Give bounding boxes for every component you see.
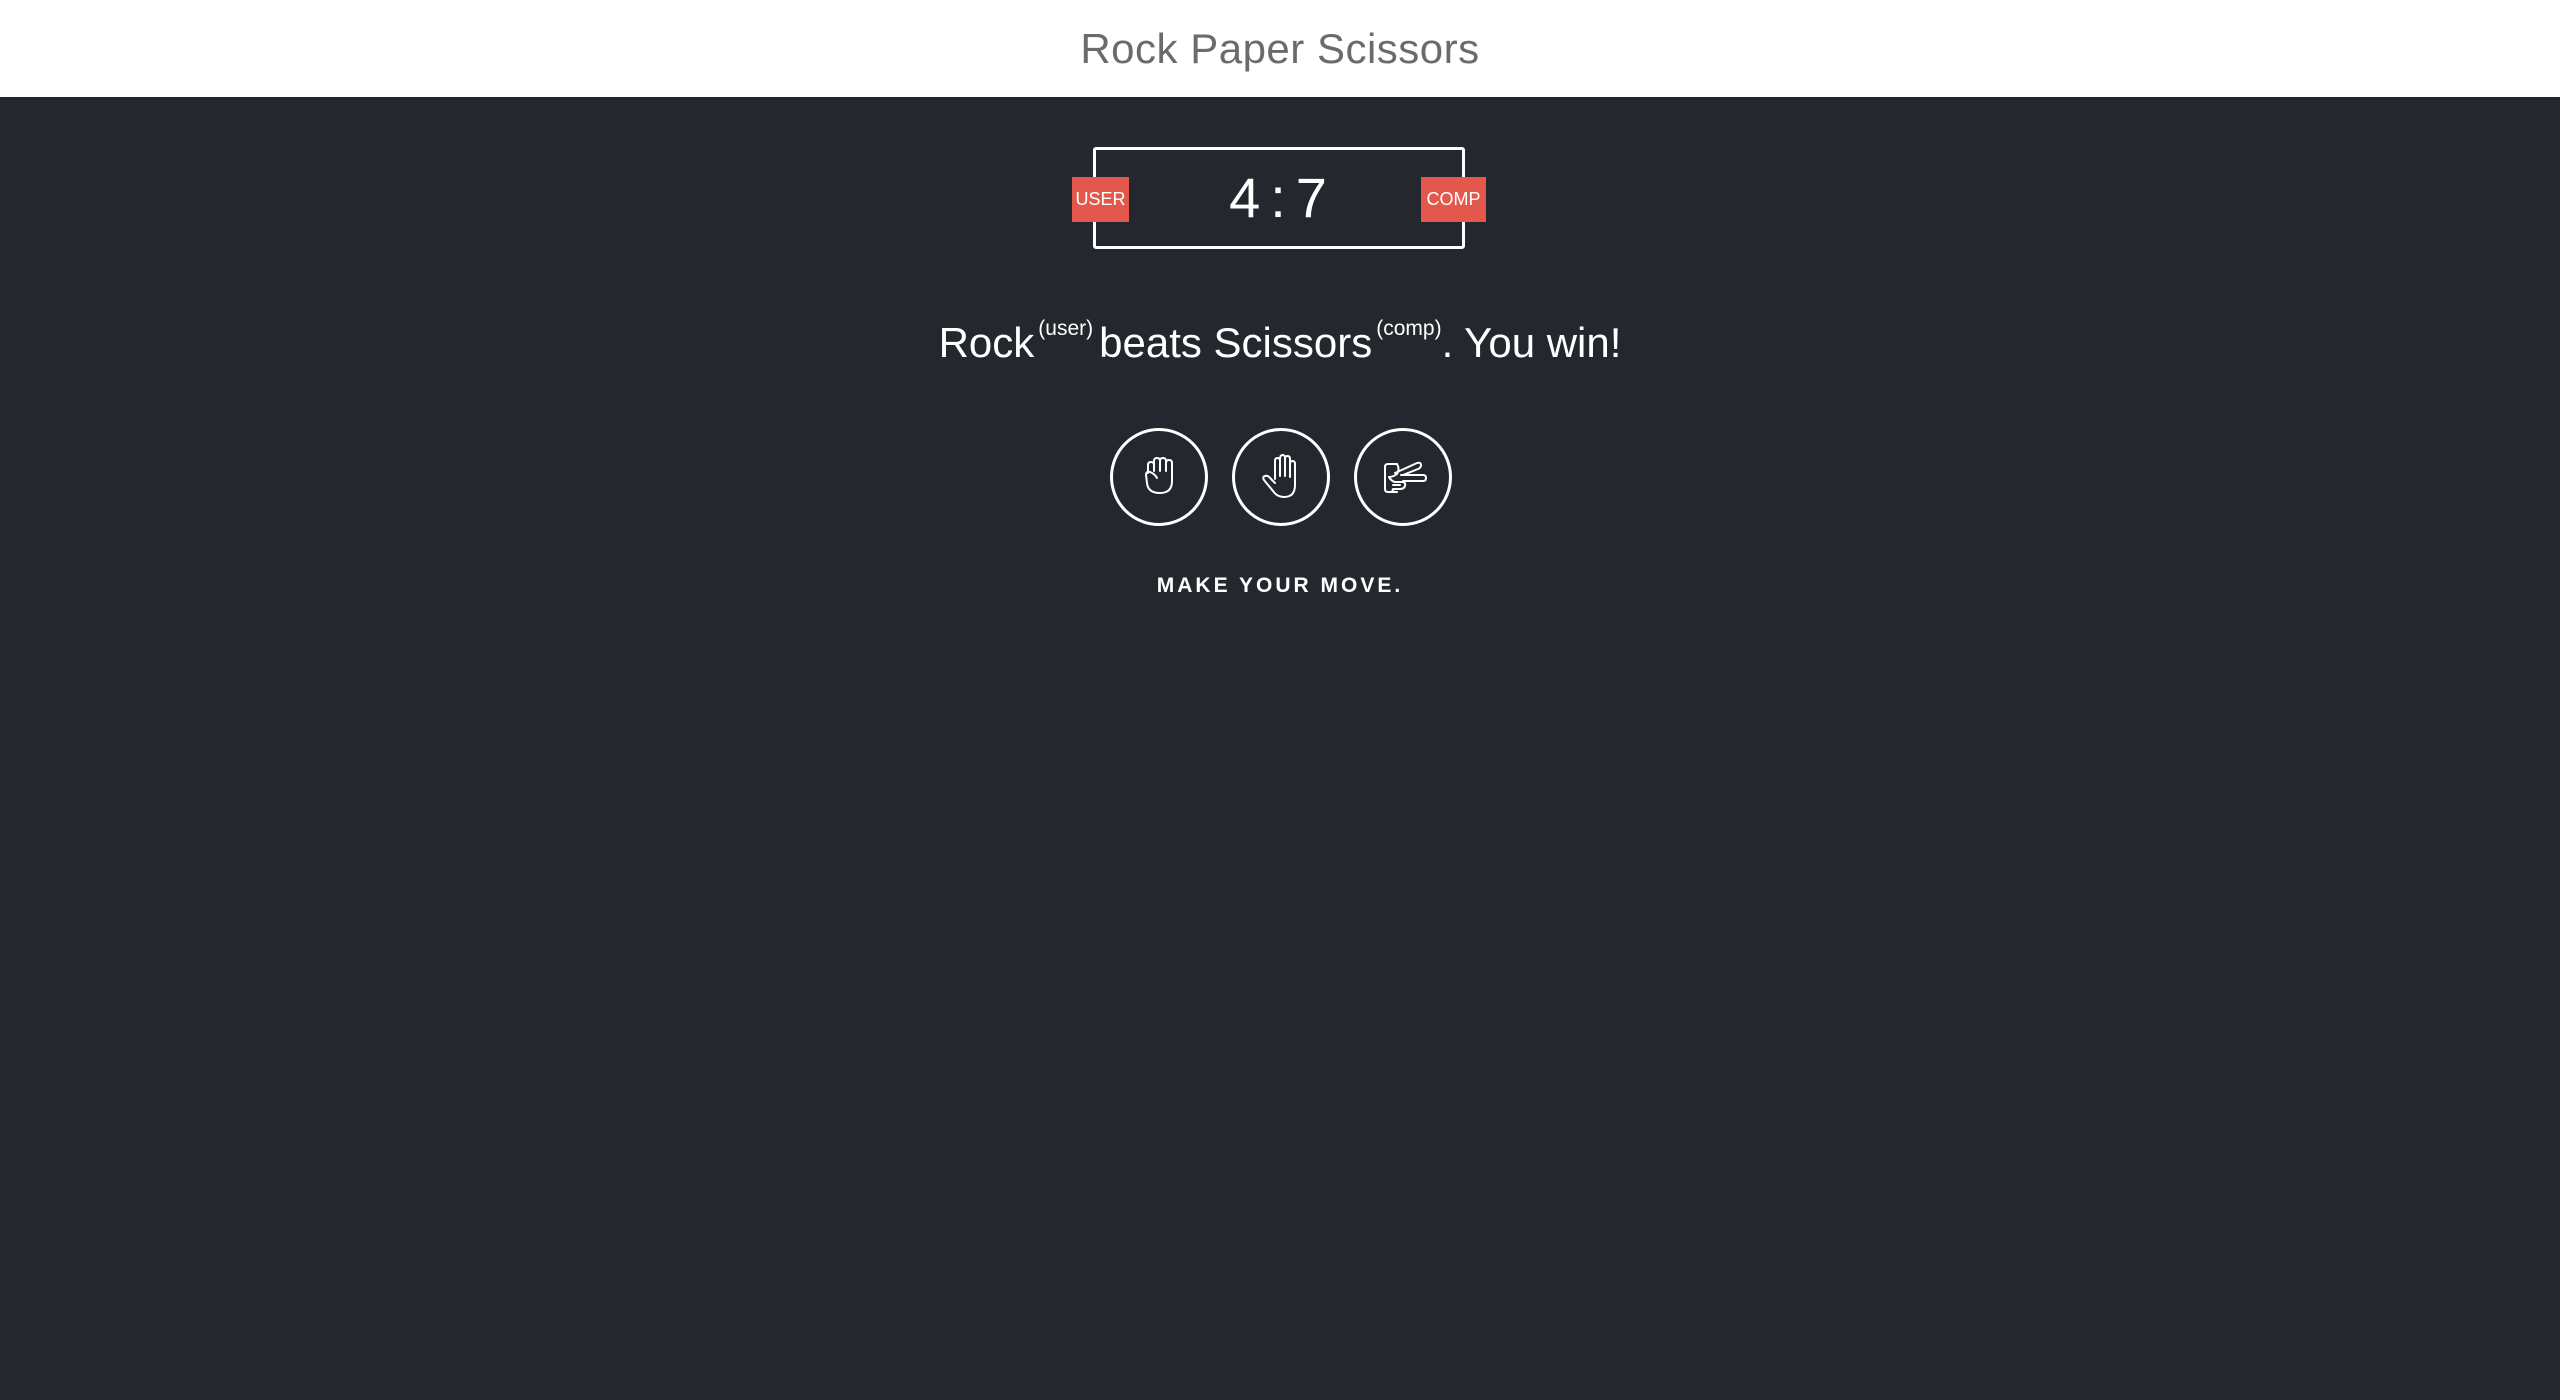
user-score: 4 (1229, 166, 1263, 229)
paper-button[interactable] (1232, 428, 1330, 526)
result-user-tag: (user) (1038, 317, 1094, 340)
rock-button[interactable] (1110, 428, 1208, 526)
page-title: Rock Paper Scissors (1080, 25, 1480, 72)
result-message: Rock (user) beats Scissors (comp). You win! (0, 317, 2560, 367)
scissors-button[interactable] (1354, 428, 1452, 526)
game-area: USER 4:7 COMP Rock (user) beats Scissors (c… (0, 97, 2560, 1400)
result-comp-move: Scissors (1213, 319, 1373, 366)
score-display: 4:7 (1096, 150, 1462, 246)
scissors-hand-icon (1384, 461, 1427, 493)
header: Rock Paper Scissors (0, 0, 2560, 97)
comp-score: 7 (1295, 166, 1329, 229)
result-comp-tag: (comp) (1376, 317, 1442, 340)
move-prompt: MAKE YOUR MOVE. (1156, 574, 1404, 597)
choice-buttons (1110, 428, 1452, 526)
comp-badge: COMP (1421, 177, 1486, 222)
rock-hand-icon (1145, 457, 1173, 494)
score-separator: : (1270, 166, 1288, 229)
result-verb: beats (1099, 319, 1202, 366)
result-user-move: Rock (938, 319, 1035, 366)
result-outcome: . You win! (1441, 319, 1622, 366)
paper-hand-icon (1262, 454, 1296, 498)
scoreboard: USER 4:7 COMP (1072, 147, 1486, 249)
